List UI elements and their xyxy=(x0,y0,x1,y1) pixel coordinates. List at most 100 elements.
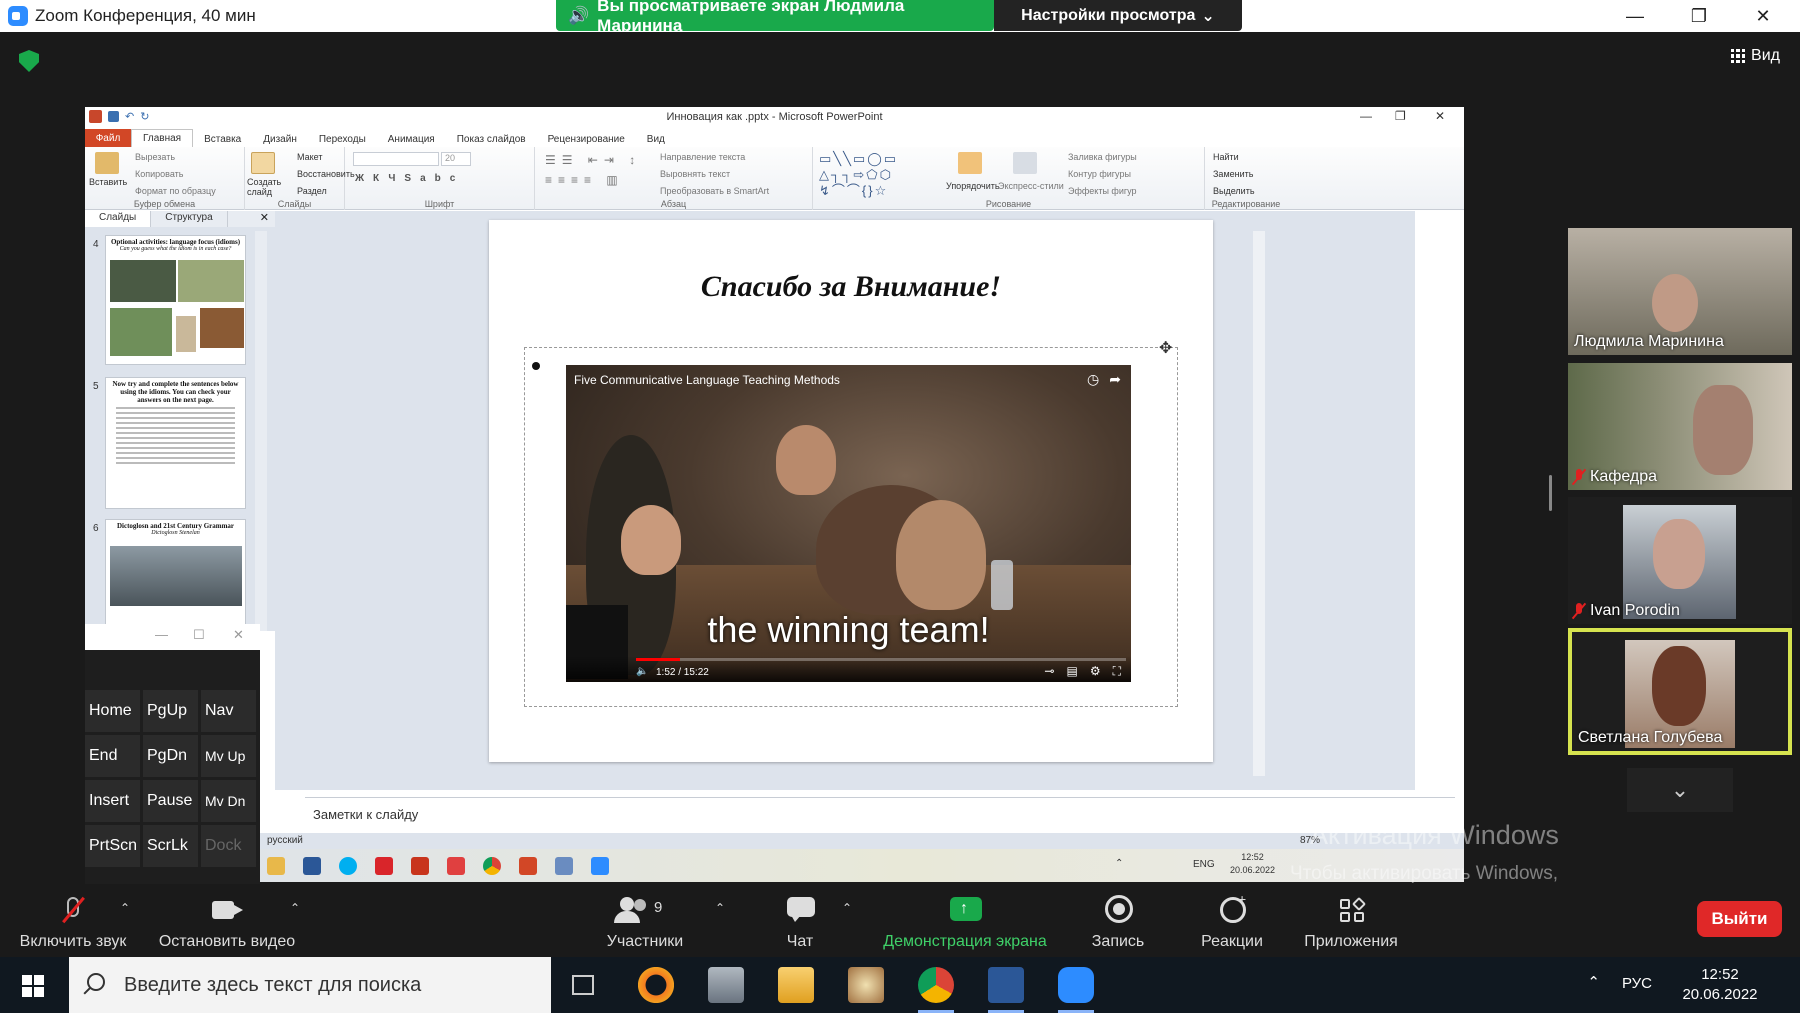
unmute-button[interactable]: Включить звук xyxy=(14,885,132,957)
video-title[interactable]: Five Communicative Language Teaching Met… xyxy=(574,373,840,387)
align-buttons[interactable]: ≡≡≡≡ ▥ xyxy=(545,173,624,187)
quick-styles-button[interactable]: Экспресс-стили xyxy=(998,181,1064,191)
chrome-icon[interactable] xyxy=(918,967,954,1013)
participant-tile-active[interactable]: Светлана Голубева xyxy=(1568,628,1792,755)
shape-outline-button[interactable]: Контур фигуры xyxy=(1068,169,1131,179)
list-buttons[interactable]: ☰☰ ⇤⇥ ↕ xyxy=(545,153,641,167)
font-size-field[interactable]: 20 xyxy=(441,152,471,166)
osk-key-scrlk[interactable]: ScrLk xyxy=(143,825,198,867)
file-explorer-icon[interactable] xyxy=(778,967,814,1003)
tab-slides[interactable]: Слайды xyxy=(85,211,152,227)
pp-minimize-button[interactable]: — xyxy=(1360,109,1372,123)
view-button[interactable]: Вид xyxy=(1731,47,1780,65)
smartart-button[interactable]: Преобразовать в SmartArt xyxy=(660,186,769,196)
osk-key-pgdn[interactable]: PgDn xyxy=(143,735,198,777)
slide-thumbnail[interactable]: Optional activities: language focus (idi… xyxy=(105,235,246,365)
explorer-icon[interactable] xyxy=(267,857,285,875)
osk-key-pgup[interactable]: PgUp xyxy=(143,690,198,732)
windows-start-icon[interactable] xyxy=(22,975,44,997)
tab-file[interactable]: Файл xyxy=(85,129,131,147)
pdf-icon[interactable] xyxy=(411,857,429,875)
select-button[interactable]: Выделить xyxy=(1213,186,1255,196)
split-handle[interactable] xyxy=(1549,475,1552,511)
tiles-scroll-down-button[interactable]: ⌄ xyxy=(1627,768,1733,812)
fullscreen-icon[interactable]: ⛶ xyxy=(1113,664,1121,679)
text-direction-button[interactable]: Направление текста xyxy=(660,152,745,162)
paint-icon[interactable] xyxy=(848,967,884,1003)
align-text-button[interactable]: Выровнять текст xyxy=(660,169,730,179)
word-icon[interactable] xyxy=(988,967,1024,1013)
shape-effects-button[interactable]: Эффекты фигур xyxy=(1068,186,1137,196)
osk-maximize-button[interactable]: ☐ xyxy=(193,627,205,643)
share-icon[interactable]: ➦ xyxy=(1109,371,1121,388)
tab-transitions[interactable]: Переходы xyxy=(308,131,377,147)
tab-review[interactable]: Рецензирование xyxy=(537,131,636,147)
current-slide[interactable]: Спасибо за Внимание! Five Communicative … xyxy=(489,220,1213,762)
input-language[interactable]: РУС xyxy=(1622,975,1652,992)
edit-scrollbar[interactable] xyxy=(1253,231,1265,776)
view-options-button[interactable]: Настройки просмотра ⌄ xyxy=(994,0,1242,31)
apps-button[interactable]: Приложения xyxy=(1296,885,1406,957)
osk-minimize-button[interactable]: — xyxy=(155,627,168,642)
participant-tile[interactable]: Ivan Porodin xyxy=(1568,497,1792,624)
share-screen-button[interactable]: ↑ Демонстрация экрана xyxy=(870,885,1060,957)
gear-icon[interactable]: ⚙ xyxy=(1090,664,1101,679)
layout-button[interactable]: Макет xyxy=(297,152,322,162)
slide-content-placeholder[interactable]: Five Communicative Language Teaching Met… xyxy=(524,347,1178,707)
osk-key-pause[interactable]: Pause xyxy=(143,780,198,822)
skype-icon[interactable] xyxy=(339,857,357,875)
tab-outline[interactable]: Структура xyxy=(151,211,228,227)
notes-pane[interactable]: Заметки к слайду xyxy=(305,797,1455,831)
reactions-button[interactable]: + Реакции xyxy=(1190,885,1274,957)
tray-expand-icon[interactable]: ⌃ xyxy=(1587,973,1600,991)
tab-slideshow[interactable]: Показ слайдов xyxy=(446,131,537,147)
watch-later-icon[interactable]: ◷ xyxy=(1087,371,1099,388)
osk-key-dock[interactable]: Dock xyxy=(201,825,256,867)
osk-key-nav[interactable]: Nav xyxy=(201,690,256,732)
audio-options-caret[interactable]: ⌃ xyxy=(120,901,130,915)
word-icon[interactable] xyxy=(303,857,321,875)
panel-scrollbar[interactable] xyxy=(255,231,267,631)
subtitles-icon[interactable]: ▤ xyxy=(1066,664,1077,679)
new-slide-icon[interactable] xyxy=(251,152,275,174)
osk-key-prtscn[interactable]: PrtScn xyxy=(85,825,140,867)
replace-button[interactable]: Заменить xyxy=(1213,169,1253,179)
osk-key-end[interactable]: End xyxy=(85,735,140,777)
chat-button[interactable]: Чат xyxy=(770,885,830,957)
paste-icon[interactable] xyxy=(95,152,119,174)
video-options-caret[interactable]: ⌃ xyxy=(290,901,300,915)
volume-icon[interactable]: 🔈 xyxy=(636,666,648,677)
leave-meeting-button[interactable]: Выйти xyxy=(1697,901,1782,937)
slide-title[interactable]: Спасибо за Внимание! xyxy=(489,270,1213,304)
inner-lang[interactable]: ENG xyxy=(1193,859,1215,870)
participant-tile[interactable]: Кафедра xyxy=(1568,363,1792,490)
participant-tile[interactable]: Людмила Маринина xyxy=(1568,228,1792,355)
tab-view[interactable]: Вид xyxy=(636,131,676,147)
section-button[interactable]: Раздел xyxy=(297,186,327,196)
powerpoint-taskbar-icon[interactable] xyxy=(519,857,537,875)
chat-options-caret[interactable]: ⌃ xyxy=(842,901,852,915)
arrange-icon[interactable] xyxy=(958,152,982,174)
paste-button[interactable]: Вставить xyxy=(89,177,127,187)
slide-thumbnail[interactable]: Now try and complete the sentences below… xyxy=(105,377,246,509)
tab-insert[interactable]: Вставка xyxy=(193,131,252,147)
tab-design[interactable]: Дизайн xyxy=(252,131,308,147)
network-app-icon[interactable] xyxy=(555,857,573,875)
media-player-icon[interactable] xyxy=(638,967,674,1003)
cut-button[interactable]: Вырезать xyxy=(135,152,175,162)
pp-restore-button[interactable]: ❐ xyxy=(1395,109,1406,123)
zoom-taskbar-icon[interactable] xyxy=(591,857,609,875)
new-slide-button[interactable]: Создать слайд xyxy=(247,177,283,197)
chrome-icon[interactable] xyxy=(483,857,501,875)
font-name-field[interactable] xyxy=(353,152,439,166)
zoom-taskbar-icon[interactable] xyxy=(1058,967,1094,1013)
osk-key-home[interactable]: Home xyxy=(85,690,140,732)
restore-button[interactable]: ❐ xyxy=(1667,0,1731,32)
scanner-icon[interactable] xyxy=(708,967,744,1003)
shared-screen[interactable]: ↶ ↻ Инновация как .pptx - Microsoft Powe… xyxy=(85,107,1464,882)
tab-home[interactable]: Главная xyxy=(131,129,194,147)
participants-button[interactable]: 9 Участники xyxy=(600,885,690,957)
find-button[interactable]: Найти xyxy=(1213,152,1239,162)
arrange-button[interactable]: Упорядочить xyxy=(946,181,1000,191)
copy-button[interactable]: Копировать xyxy=(135,169,183,179)
